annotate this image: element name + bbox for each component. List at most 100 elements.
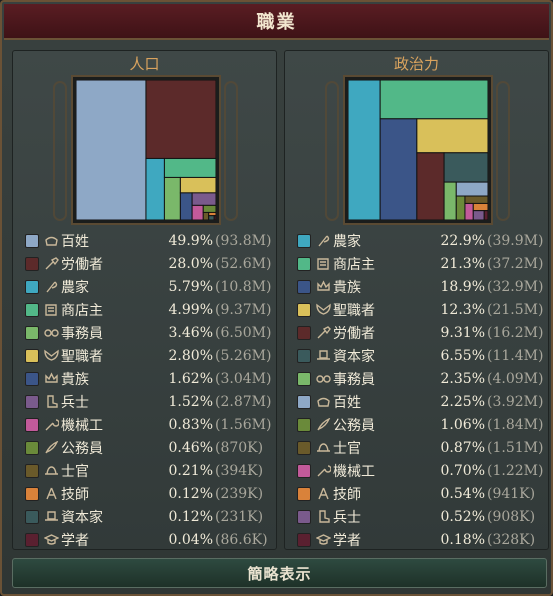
- treemap-cell[interactable]: [483, 210, 488, 220]
- treemap-cell[interactable]: [145, 80, 216, 159]
- population-treemap[interactable]: [73, 77, 219, 223]
- profession-percent: 12.3%: [440, 301, 485, 318]
- treemap-cell[interactable]: [179, 176, 216, 194]
- profession-amount: (1.51M): [487, 439, 544, 456]
- profession-percent: 1.06%: [440, 416, 485, 433]
- treemap-cell[interactable]: [191, 192, 216, 206]
- treemap-cell[interactable]: [443, 181, 457, 220]
- profession-percent: 2.35%: [440, 370, 485, 387]
- profession-label: 百姓: [333, 394, 361, 411]
- treemap-cell[interactable]: [416, 152, 445, 220]
- profession-row[interactable]: 資本家 6.55% (11.4M): [297, 344, 543, 367]
- color-swatch: [297, 256, 311, 271]
- profession-row[interactable]: 技師 0.12% (239K): [25, 482, 271, 505]
- treemap-cell[interactable]: [472, 210, 485, 220]
- color-swatch: [297, 532, 311, 547]
- profession-percent: 0.18%: [440, 531, 485, 548]
- treemap-cell[interactable]: [202, 204, 216, 213]
- profession-percent: 4.99%: [168, 301, 213, 318]
- color-swatch: [297, 486, 311, 501]
- profession-row[interactable]: 公務員 0.46% (870K): [25, 436, 271, 459]
- color-swatch: [297, 417, 311, 432]
- treemap-cell[interactable]: [213, 215, 216, 220]
- treemap-cell[interactable]: [455, 181, 488, 197]
- treemap-cell[interactable]: [464, 195, 488, 204]
- treemap-cell[interactable]: [76, 80, 147, 220]
- profession-amount: (21.5M): [487, 301, 544, 318]
- profession-amount: (5.26M): [215, 347, 272, 364]
- color-swatch: [297, 394, 311, 409]
- political-list: 農家 22.9% (39.9M) 商店主 21.3% (37.2M) 貴族 18.9% (32.…: [297, 229, 543, 551]
- profession-row[interactable]: 聖職者 12.3% (21.5M): [297, 298, 543, 321]
- treemap-cell[interactable]: [348, 80, 381, 220]
- treemap-cell[interactable]: [455, 195, 466, 220]
- profession-amount: (941K): [487, 485, 536, 502]
- profession-amount: (32.9M): [487, 278, 544, 295]
- treemap-cell[interactable]: [145, 157, 165, 220]
- profession-row[interactable]: 技師 0.54% (941K): [297, 482, 543, 505]
- frame-ornament-right: [224, 81, 238, 221]
- profession-row[interactable]: 事務員 2.35% (4.09M): [297, 367, 543, 390]
- profession-row[interactable]: 農家 5.79% (10.8M): [25, 275, 271, 298]
- compact-view-button[interactable]: 簡略表示: [12, 558, 547, 588]
- profession-label: 学者: [61, 532, 89, 549]
- profession-row[interactable]: 士官 0.21% (394K): [25, 459, 271, 482]
- treemap-cell[interactable]: [191, 204, 204, 220]
- profession-row[interactable]: 貴族 18.9% (32.9M): [297, 275, 543, 298]
- quill-icon: [315, 418, 331, 432]
- profession-percent: 2.80%: [168, 347, 213, 364]
- profession-percent: 0.12%: [168, 485, 213, 502]
- profession-row[interactable]: 商店主 21.3% (37.2M): [297, 252, 543, 275]
- profession-row[interactable]: 百姓 2.25% (3.92M): [297, 390, 543, 413]
- hat-icon: [315, 441, 331, 455]
- profession-row[interactable]: 士官 0.87% (1.51M): [297, 436, 543, 459]
- population-list: 百姓 49.9% (93.8M) 労働者 28.0% (52.6M) 農家 5.79% (10.…: [25, 229, 271, 551]
- profession-percent: 0.54%: [440, 485, 485, 502]
- frame-ornament-left: [53, 81, 67, 221]
- quill-icon: [43, 441, 59, 455]
- color-swatch: [25, 348, 39, 363]
- profession-row[interactable]: 労働者 28.0% (52.6M): [25, 252, 271, 275]
- profession-row[interactable]: 学者 0.04% (86.6K): [25, 528, 271, 551]
- profession-percent: 9.31%: [440, 324, 485, 341]
- political-treemap[interactable]: [345, 77, 491, 223]
- profession-row[interactable]: 資本家 0.12% (231K): [25, 505, 271, 528]
- treemap-cell[interactable]: [202, 211, 210, 220]
- profession-row[interactable]: 農家 22.9% (39.9M): [297, 229, 543, 252]
- pot-icon: [315, 395, 331, 409]
- profession-row[interactable]: 兵士 0.52% (908K): [297, 505, 543, 528]
- treemap-cell[interactable]: [163, 176, 181, 220]
- profession-row[interactable]: 機械工 0.83% (1.56M): [25, 413, 271, 436]
- profession-row[interactable]: 商店主 4.99% (9.37M): [25, 298, 271, 321]
- profession-label: 労働者: [61, 256, 103, 273]
- profession-row[interactable]: 聖職者 2.80% (5.26M): [25, 344, 271, 367]
- treemap-cell[interactable]: [379, 118, 418, 220]
- profession-row[interactable]: 学者 0.18% (328K): [297, 528, 543, 551]
- treemap-cell[interactable]: [379, 80, 488, 120]
- treemap-cell[interactable]: [416, 118, 488, 154]
- treemap-cell[interactable]: [179, 192, 193, 220]
- profession-row[interactable]: 貴族 1.62% (3.04M): [25, 367, 271, 390]
- treemap-cell[interactable]: [163, 157, 216, 178]
- profession-label: 農家: [61, 279, 89, 296]
- profession-label: 学者: [333, 532, 361, 549]
- treemap-cell[interactable]: [464, 202, 474, 220]
- profession-row[interactable]: 兵士 1.52% (2.87M): [25, 390, 271, 413]
- profession-row[interactable]: 公務員 1.06% (1.84M): [297, 413, 543, 436]
- profession-row[interactable]: 労働者 9.31% (16.2M): [297, 321, 543, 344]
- treemap-cell[interactable]: [472, 202, 488, 212]
- profession-row[interactable]: 百姓 49.9% (93.8M): [25, 229, 271, 252]
- profession-percent: 28.0%: [168, 255, 213, 272]
- profession-amount: (10.8M): [215, 278, 272, 295]
- profession-label: 技師: [333, 486, 361, 503]
- color-swatch: [25, 417, 39, 432]
- profession-row[interactable]: 機械工 0.70% (1.22M): [297, 459, 543, 482]
- profession-percent: 0.21%: [168, 462, 213, 479]
- compass-icon: [43, 487, 59, 501]
- treemap-cell[interactable]: [208, 215, 215, 220]
- color-swatch: [25, 463, 39, 478]
- cap-icon: [43, 533, 59, 547]
- profession-row[interactable]: 事務員 3.46% (6.50M): [25, 321, 271, 344]
- hat-icon: [43, 464, 59, 478]
- treemap-cell[interactable]: [443, 152, 488, 183]
